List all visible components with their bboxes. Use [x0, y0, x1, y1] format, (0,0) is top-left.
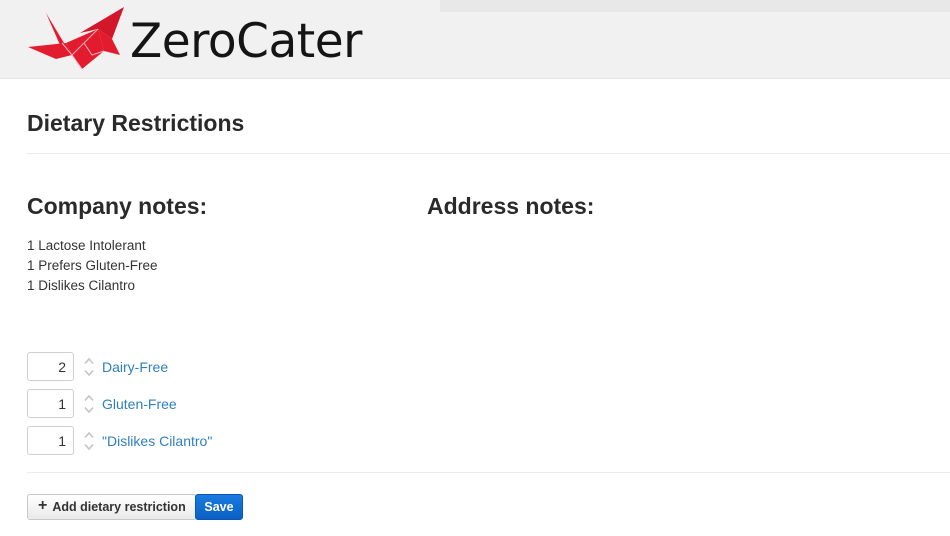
- quantity-input[interactable]: [27, 389, 74, 418]
- chevron-down-icon[interactable]: [83, 369, 95, 377]
- company-notes-title: Company notes:: [27, 193, 208, 219]
- chevron-down-icon[interactable]: [83, 443, 95, 451]
- company-note-item: 1 Prefers Gluten-Free: [27, 258, 158, 273]
- restriction-link[interactable]: Gluten-Free: [102, 396, 177, 412]
- company-notes-list: 1 Lactose Intolerant 1 Prefers Gluten-Fr…: [27, 237, 158, 297]
- company-note-item: 1 Lactose Intolerant: [27, 238, 146, 253]
- restriction-row: Dairy-Free: [27, 348, 212, 385]
- save-button[interactable]: Save: [195, 494, 243, 520]
- title-divider: [27, 153, 950, 154]
- restriction-link[interactable]: Dairy-Free: [102, 359, 168, 375]
- chevron-up-icon[interactable]: [83, 394, 95, 402]
- quantity-stepper[interactable]: [82, 431, 96, 451]
- restriction-row: Gluten-Free: [27, 385, 212, 422]
- restriction-list: Dairy-Free Gluten-Free "Dislikes Cilantr…: [27, 348, 212, 459]
- chevron-down-icon[interactable]: [83, 406, 95, 414]
- chevron-up-icon[interactable]: [83, 357, 95, 365]
- quantity-input[interactable]: [27, 352, 74, 381]
- add-dietary-restriction-button[interactable]: + Add dietary restriction: [27, 494, 197, 520]
- actions-divider: [27, 472, 950, 473]
- quantity-input[interactable]: [27, 426, 74, 455]
- address-notes-title: Address notes:: [427, 193, 595, 219]
- company-note-item: 1 Dislikes Cilantro: [27, 278, 136, 293]
- crane-logo-icon: [28, 7, 124, 70]
- site-header: ZeroCater: [0, 0, 950, 79]
- chevron-up-icon[interactable]: [83, 431, 95, 439]
- add-button-label: Add dietary restriction: [52, 500, 186, 514]
- quantity-stepper[interactable]: [82, 357, 96, 377]
- plus-icon: +: [38, 497, 48, 514]
- page-title: Dietary Restrictions: [27, 110, 245, 136]
- restriction-link[interactable]: "Dislikes Cilantro": [102, 433, 212, 449]
- header-strip: [440, 0, 950, 12]
- restriction-row: "Dislikes Cilantro": [27, 422, 212, 459]
- quantity-stepper[interactable]: [82, 394, 96, 414]
- zerocater-logo[interactable]: ZeroCater: [26, 2, 362, 74]
- brand-name: ZeroCater: [130, 13, 362, 69]
